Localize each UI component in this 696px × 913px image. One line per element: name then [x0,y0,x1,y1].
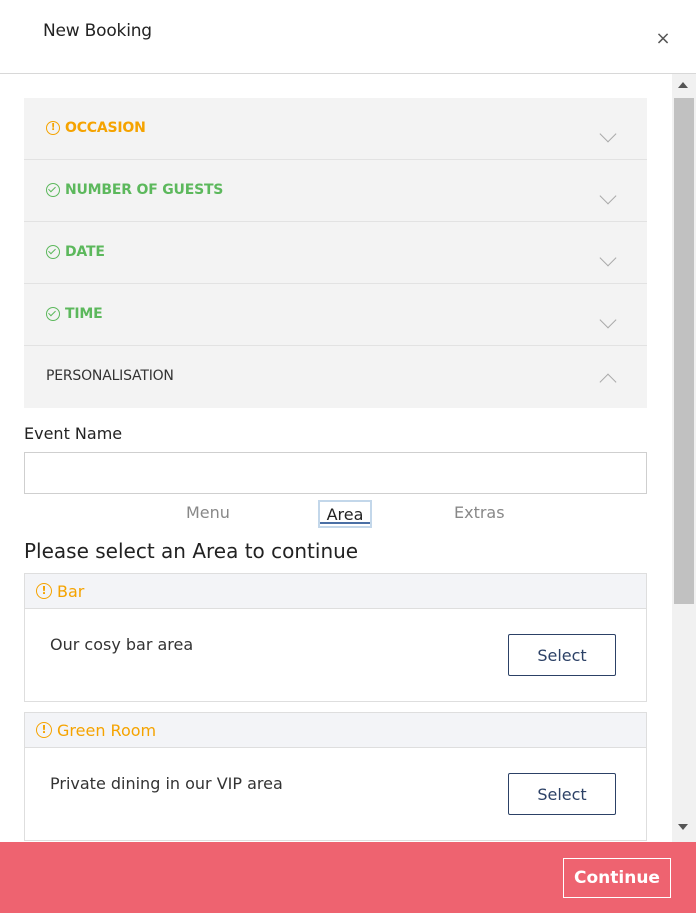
check-circle-icon [46,307,60,321]
scrollbar-thumb[interactable] [674,98,694,604]
tab-area[interactable]: Area [318,500,372,528]
tab-menu[interactable]: Menu [186,500,230,528]
area-card-header: ! Bar [25,574,646,609]
chevron-down-icon[interactable] [599,249,617,267]
modal-body: ! OCCASION NUMBER OF GUESTS DATE TIME PE… [0,74,672,842]
event-name-label: Event Name [24,424,123,443]
area-name: Bar [57,581,85,601]
scroll-down-arrow-icon[interactable] [678,824,688,830]
vertical-scrollbar[interactable] [672,74,696,842]
check-circle-icon [46,183,60,197]
chevron-down-icon[interactable] [599,125,617,143]
modal-footer: Continue [0,842,696,913]
select-green-room-button[interactable]: Select [508,773,616,815]
area-description: Our cosy bar area [50,635,194,654]
scroll-up-arrow-icon[interactable] [678,82,688,88]
area-card-bar: ! Bar Our cosy bar area Select [24,573,647,702]
accordion-label: PERSONALISATION [46,368,174,384]
area-description: Private dining in our VIP area [50,774,283,793]
accordion-item-personalisation[interactable]: PERSONALISATION [24,346,647,408]
accordion-label: OCCASION [65,120,146,136]
accordion-item-occasion[interactable]: ! OCCASION [24,98,647,160]
select-bar-button[interactable]: Select [508,634,616,676]
warning-circle-icon: ! [36,722,52,738]
chevron-down-icon[interactable] [599,311,617,329]
area-card-green-room: ! Green Room Private dining in our VIP a… [24,712,647,841]
continue-button[interactable]: Continue [563,858,671,898]
accordion-item-date[interactable]: DATE [24,222,647,284]
accordion-item-time[interactable]: TIME [24,284,647,346]
modal-header: New Booking × [0,0,696,74]
warning-circle-icon: ! [36,583,52,599]
area-card-header: ! Green Room [25,713,646,748]
accordion-item-number-of-guests[interactable]: NUMBER OF GUESTS [24,160,647,222]
area-instruction: Please select an Area to continue [24,539,359,563]
close-button[interactable]: × [652,28,674,50]
check-circle-icon [46,245,60,259]
warning-circle-icon: ! [46,121,60,135]
chevron-up-icon[interactable] [599,373,617,391]
accordion-label: NUMBER OF GUESTS [65,182,224,198]
accordion-label: DATE [65,244,105,260]
booking-steps-accordion: ! OCCASION NUMBER OF GUESTS DATE TIME PE… [24,98,647,408]
area-name: Green Room [57,720,157,740]
modal-title: New Booking [43,21,152,41]
accordion-label: TIME [65,306,103,322]
tab-extras[interactable]: Extras [454,500,505,528]
event-name-input[interactable] [24,452,647,494]
chevron-down-icon[interactable] [599,187,617,205]
